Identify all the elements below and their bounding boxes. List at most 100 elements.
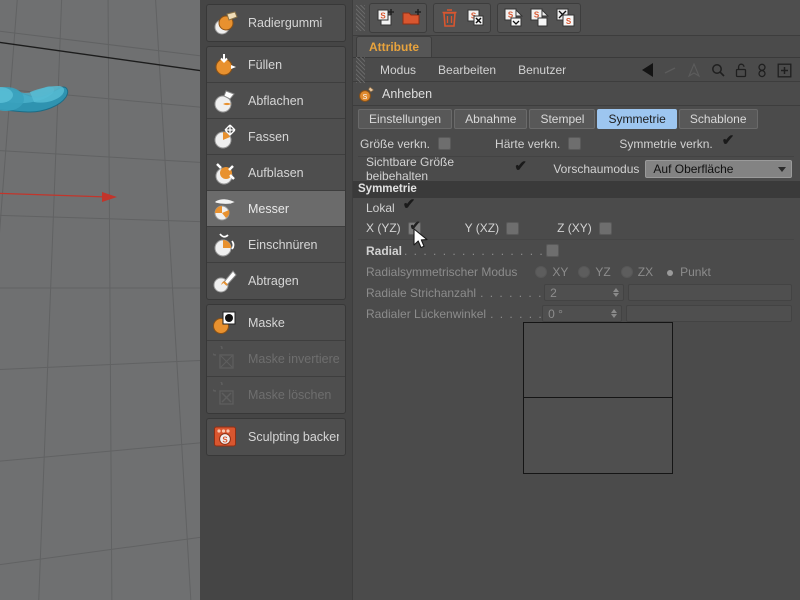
- 3d-viewport[interactable]: [0, 0, 200, 600]
- tab-schablone[interactable]: Schablone: [678, 109, 758, 129]
- radial-mode-yz-radio[interactable]: [578, 265, 591, 278]
- radial-strokes-stepper[interactable]: [611, 285, 623, 300]
- tool-item-maske-l-schen: Maske löschen: [207, 377, 345, 413]
- attribute-mode-tabs: Einstellungen Abnahme Stempel Symmetrie Scha…: [352, 106, 800, 133]
- panel-divider: [352, 0, 353, 600]
- menu-benutzer[interactable]: Benutzer: [507, 58, 577, 82]
- tab-einstellungen[interactable]: Einstellungen: [358, 109, 453, 129]
- radial-mode-zx-radio[interactable]: [620, 265, 633, 278]
- tool-item-label: Abtragen: [248, 274, 299, 288]
- radial-gap-stepper[interactable]: [609, 306, 621, 321]
- local-checkbox[interactable]: [402, 197, 416, 214]
- search-icon[interactable]: [711, 63, 725, 77]
- sculpt-brush-icon: S: [359, 86, 375, 102]
- menu-modus[interactable]: Modus: [369, 58, 427, 82]
- delete-sculpt-tag-icon[interactable]: S: [463, 6, 487, 30]
- axis-z-checkbox[interactable]: [598, 221, 612, 235]
- keep-visible-size-checkbox[interactable]: [513, 159, 527, 176]
- application-window: Radiergummi Füllen Abflachen Fassen Aufblase…: [0, 0, 800, 600]
- forward-arrow-icon[interactable]: [663, 63, 677, 77]
- tool-item-aufblasen[interactable]: Aufblasen: [207, 155, 345, 191]
- radial-label: Radial: [366, 243, 403, 258]
- svg-text:S: S: [565, 17, 571, 26]
- menubar-grip[interactable]: [356, 56, 365, 83]
- radial-gap-input[interactable]: 0 °: [542, 305, 623, 322]
- radial-strokes-row: Radiale Strichanzahl . . . . . . . . 2: [352, 282, 800, 303]
- radial-strokes-label: Radiale Strichanzahl: [366, 285, 477, 300]
- symmetry-axes-row: X (YZ) Y (XZ) Z (XY): [352, 217, 800, 239]
- fill-brush-icon: [213, 52, 239, 78]
- delete-trash-icon[interactable]: [437, 6, 461, 30]
- pin-arrow-icon[interactable]: [687, 62, 701, 78]
- hardness-link-checkbox[interactable]: [568, 137, 582, 150]
- tool-item-fassen[interactable]: Fassen: [207, 119, 345, 155]
- tool-item-sculpting-backen[interactable]: S Sculpting backen: [207, 419, 345, 455]
- tool-item-radiergummi[interactable]: Radiergummi: [207, 5, 345, 41]
- stamp-preview-bottom[interactable]: [523, 398, 673, 474]
- symmetry-link-label: Symmetrie verkn.: [619, 136, 713, 151]
- radial-mode-xy-radio[interactable]: [535, 265, 548, 278]
- attribute-menubar: Modus Bearbeiten Benutzer: [352, 56, 800, 83]
- attribute-manager: SSSSS Attribute Modus Bearbeiten Benutze…: [352, 0, 800, 600]
- axis-x-label: X (YZ): [366, 221, 401, 235]
- hardness-link-label: Härte verkn.: [495, 136, 561, 151]
- link-options-row: Größe verkn. Härte verkn. Symmetrie verk…: [352, 133, 800, 154]
- mask-invert-icon: [209, 341, 239, 372]
- tool-item-abtragen[interactable]: Abtragen: [207, 263, 345, 299]
- attribute-tabstrip: Attribute: [352, 36, 800, 58]
- radial-checkbox[interactable]: [546, 244, 560, 257]
- subdivide-up-icon[interactable]: S: [527, 6, 551, 30]
- tool-group-1: Füllen Abflachen Fassen Aufblasen Messer Eins…: [206, 46, 346, 300]
- radial-gap-row: Radialer Lückenwinkel . . . . . . 0 °: [352, 303, 800, 324]
- tool-item-label: Sculpting backen: [248, 430, 339, 444]
- menu-bearbeiten[interactable]: Bearbeiten: [427, 58, 507, 82]
- toolbar-grip[interactable]: [356, 4, 365, 31]
- radial-strokes-input[interactable]: 2: [544, 284, 625, 301]
- axis-y-checkbox[interactable]: [506, 221, 520, 235]
- radial-mode-yz-label: YZ: [595, 264, 611, 279]
- attribute-toolbar: SSSSS: [352, 0, 800, 36]
- radial-mode-zx-label: ZX: [637, 264, 654, 279]
- add-panel-icon[interactable]: [777, 63, 792, 78]
- tab-attribute[interactable]: Attribute: [356, 36, 432, 57]
- attribute-object-header: S Anheben: [352, 82, 800, 106]
- link-chain-icon[interactable]: [757, 63, 767, 78]
- svg-text:S: S: [222, 435, 228, 444]
- toolbar-group-0: S: [369, 2, 427, 33]
- grab-brush-icon: [213, 124, 239, 150]
- unlock-icon[interactable]: [735, 63, 747, 78]
- tool-item-label: Maske: [248, 315, 285, 330]
- toolbar-group-2: SSS: [497, 2, 581, 33]
- tool-item-messer[interactable]: Messer: [207, 191, 345, 227]
- add-sculpt-object-icon[interactable]: S: [373, 6, 397, 30]
- radial-gap-slider[interactable]: [626, 305, 792, 322]
- subdivide-down-icon[interactable]: S: [501, 6, 525, 30]
- object-title: Anheben: [382, 86, 433, 101]
- tool-item-label: Einschnüren: [248, 237, 318, 252]
- preview-mode-dropdown[interactable]: Auf Oberfläche: [645, 160, 792, 178]
- back-arrow-icon[interactable]: [642, 63, 653, 77]
- radial-mode-punkt-radio[interactable]: [663, 266, 675, 278]
- keep-visible-size-label: Sichtbare Größe beibehalten: [366, 155, 455, 183]
- tab-abnahme[interactable]: Abnahme: [454, 109, 528, 129]
- radial-gap-leader-dots: . . . . . .: [490, 306, 543, 321]
- axis-x-checkbox[interactable]: [407, 219, 421, 235]
- axis-z-label: Z (XY): [557, 221, 592, 235]
- stamp-preview-top[interactable]: [523, 322, 673, 398]
- menubar-icon-group: [642, 58, 796, 82]
- tab-symmetrie[interactable]: Symmetrie: [597, 109, 677, 129]
- radial-strokes-slider[interactable]: [628, 284, 792, 301]
- radial-mode-label: Radialsymmetrischer Modus: [366, 264, 518, 279]
- tool-item-maske[interactable]: Maske: [207, 305, 345, 341]
- freeze-sculpt-icon[interactable]: S: [553, 6, 577, 30]
- mask-icon: [213, 310, 239, 336]
- tool-item-abflachen[interactable]: Abflachen: [207, 83, 345, 119]
- size-link-checkbox[interactable]: [438, 137, 452, 150]
- radial-mode-punkt-label: Punkt: [680, 264, 711, 279]
- toolbar-group-1: S: [433, 2, 491, 33]
- symmetry-link-checkbox[interactable]: [721, 133, 735, 150]
- new-folder-icon[interactable]: [399, 6, 423, 30]
- tool-item-f-llen[interactable]: Füllen: [207, 47, 345, 83]
- tool-item-einschn-ren[interactable]: Einschnüren: [207, 227, 345, 263]
- tab-stempel[interactable]: Stempel: [529, 109, 596, 129]
